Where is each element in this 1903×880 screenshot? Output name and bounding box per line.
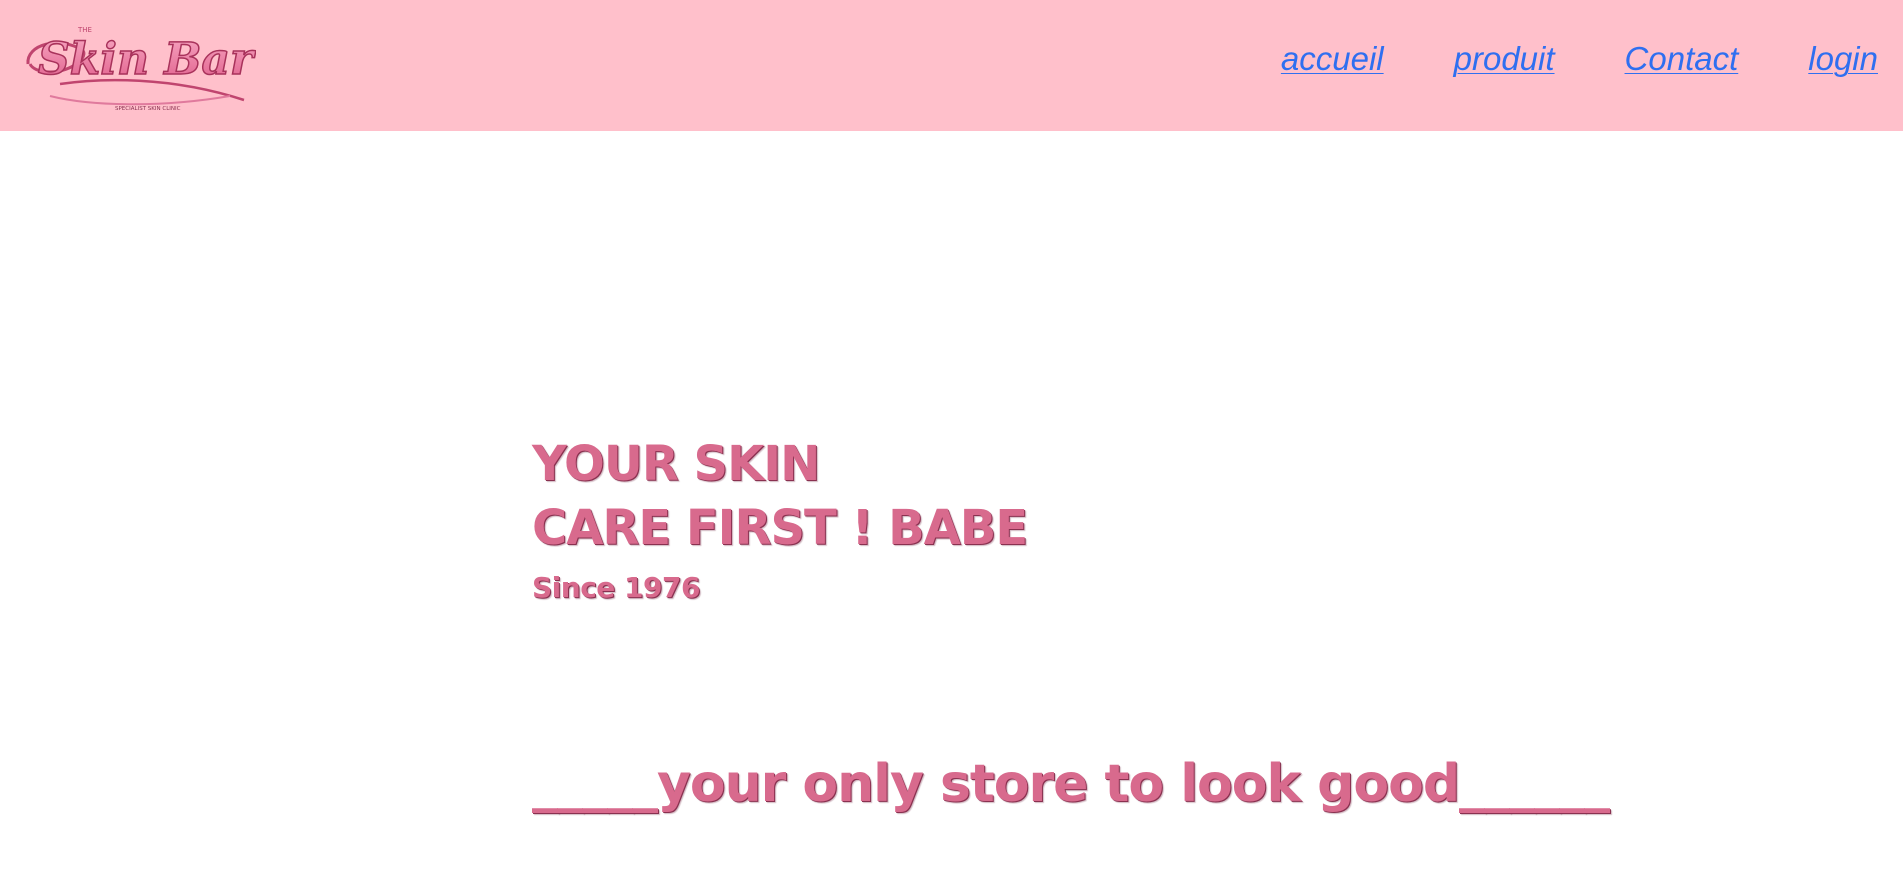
logo-main-text: Skin Bar bbox=[38, 34, 256, 85]
hero-since-text: Since 1976 bbox=[532, 571, 700, 604]
hero-heading: YOUR SKIN CARE FIRST ! BABE bbox=[532, 432, 1028, 560]
nav-link-produit[interactable]: produit bbox=[1454, 40, 1555, 78]
nav-link-accueil[interactable]: accueil bbox=[1281, 40, 1384, 78]
skin-bar-logo-icon: THE Skin Bar SPECIALIST SKIN CLINIC bbox=[26, 26, 256, 112]
hero-section: YOUR SKIN CARE FIRST ! BABE Since 1976 bbox=[532, 432, 1028, 606]
skin-bar-logo[interactable]: THE Skin Bar SPECIALIST SKIN CLINIC bbox=[20, 22, 256, 114]
hero-heading-line2: CARE FIRST ! BABE bbox=[532, 500, 1028, 556]
nav-link-contact[interactable]: Contact bbox=[1625, 40, 1739, 78]
site-header: THE Skin Bar SPECIALIST SKIN CLINIC accu… bbox=[0, 0, 1903, 131]
hero-heading-line1: YOUR SKIN bbox=[532, 436, 820, 492]
logo-small-top: THE bbox=[77, 26, 92, 34]
nav-link-login[interactable]: login bbox=[1808, 40, 1878, 78]
main-nav: accueil produit Contact login bbox=[1281, 40, 1878, 78]
logo-small-bottom: SPECIALIST SKIN CLINIC bbox=[115, 106, 181, 112]
hero-tagline: _____your only store to look good______ bbox=[532, 754, 1610, 814]
